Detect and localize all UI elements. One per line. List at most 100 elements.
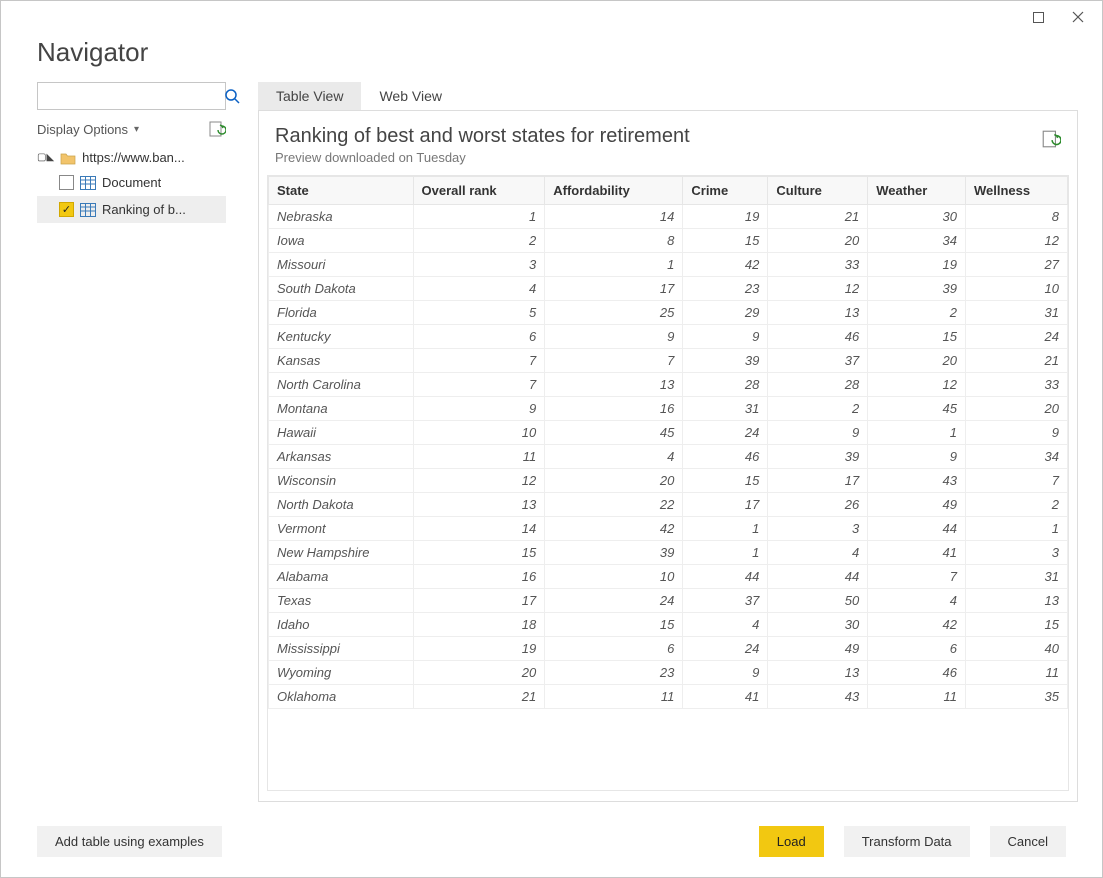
tree-root[interactable]: ▢◣ https://www.ban... bbox=[37, 146, 226, 169]
table-cell: 1 bbox=[966, 517, 1068, 541]
table-cell: 28 bbox=[768, 373, 868, 397]
table-row[interactable]: New Hampshire153914413 bbox=[269, 541, 1068, 565]
table-cell: 15 bbox=[545, 613, 683, 637]
load-button[interactable]: Load bbox=[759, 826, 824, 857]
table-cell: Idaho bbox=[269, 613, 414, 637]
column-header[interactable]: Affordability bbox=[545, 177, 683, 205]
table-cell: 49 bbox=[768, 637, 868, 661]
refresh-preview-button[interactable] bbox=[1041, 129, 1061, 152]
checkbox-checked[interactable]: ✓ bbox=[59, 202, 74, 217]
table-row[interactable]: Kentucky699461524 bbox=[269, 325, 1068, 349]
table-row[interactable]: Montana9163124520 bbox=[269, 397, 1068, 421]
column-header[interactable]: State bbox=[269, 177, 414, 205]
table-cell: 13 bbox=[768, 301, 868, 325]
display-options-dropdown[interactable]: Display Options ▾ bbox=[37, 122, 139, 137]
preview-subtitle: Preview downloaded on Tuesday bbox=[275, 150, 690, 165]
table-cell: 43 bbox=[868, 469, 966, 493]
table-row[interactable]: Arkansas1144639934 bbox=[269, 445, 1068, 469]
table-cell: 37 bbox=[768, 349, 868, 373]
tab-web-view[interactable]: Web View bbox=[361, 82, 460, 110]
table-cell: 30 bbox=[868, 205, 966, 229]
refresh-tree-button[interactable] bbox=[208, 120, 226, 138]
table-cell: 43 bbox=[768, 685, 868, 709]
table-cell: 20 bbox=[413, 661, 545, 685]
table-row[interactable]: Alabama16104444731 bbox=[269, 565, 1068, 589]
table-cell: 11 bbox=[966, 661, 1068, 685]
data-table-container[interactable]: StateOverall rankAffordabilityCrimeCultu… bbox=[267, 175, 1069, 791]
table-cell: Kentucky bbox=[269, 325, 414, 349]
table-cell: 2 bbox=[868, 301, 966, 325]
table-row[interactable]: Texas17243750413 bbox=[269, 589, 1068, 613]
checkbox-unchecked[interactable] bbox=[59, 175, 74, 190]
table-cell: 20 bbox=[966, 397, 1068, 421]
table-cell: Florida bbox=[269, 301, 414, 325]
table-cell: 23 bbox=[683, 277, 768, 301]
table-cell: North Dakota bbox=[269, 493, 414, 517]
table-header-row: StateOverall rankAffordabilityCrimeCultu… bbox=[269, 177, 1068, 205]
table-row[interactable]: Oklahoma211141431135 bbox=[269, 685, 1068, 709]
table-cell: 7 bbox=[413, 373, 545, 397]
table-cell: 45 bbox=[868, 397, 966, 421]
dialog-body: Display Options ▾ ▢◣ https://www.ban... bbox=[1, 82, 1102, 814]
column-header[interactable]: Culture bbox=[768, 177, 868, 205]
table-cell: 46 bbox=[868, 661, 966, 685]
add-table-button[interactable]: Add table using examples bbox=[37, 826, 222, 857]
table-row[interactable]: North Carolina71328281233 bbox=[269, 373, 1068, 397]
column-header[interactable]: Weather bbox=[868, 177, 966, 205]
table-row[interactable]: Iowa2815203412 bbox=[269, 229, 1068, 253]
table-cell: 14 bbox=[545, 205, 683, 229]
search-input-wrap[interactable] bbox=[37, 82, 226, 110]
tree-item-ranking[interactable]: ✓ Ranking of b... bbox=[37, 196, 226, 223]
table-cell: 26 bbox=[768, 493, 868, 517]
table-row[interactable]: Kansas7739372021 bbox=[269, 349, 1068, 373]
table-cell: 39 bbox=[768, 445, 868, 469]
column-header[interactable]: Crime bbox=[683, 177, 768, 205]
dropdown-caret-icon: ▾ bbox=[134, 124, 139, 135]
table-row[interactable]: Hawaii104524919 bbox=[269, 421, 1068, 445]
restore-button[interactable] bbox=[1018, 3, 1058, 31]
tree-root-label: https://www.ban... bbox=[82, 150, 185, 165]
table-cell: 34 bbox=[966, 445, 1068, 469]
table-cell: 49 bbox=[868, 493, 966, 517]
table-row[interactable]: Florida5252913231 bbox=[269, 301, 1068, 325]
preview-pane: Ranking of best and worst states for ret… bbox=[258, 110, 1078, 802]
table-cell: 13 bbox=[966, 589, 1068, 613]
search-input[interactable] bbox=[44, 88, 224, 105]
table-row[interactable]: Vermont144213441 bbox=[269, 517, 1068, 541]
table-row[interactable]: Wisconsin12201517437 bbox=[269, 469, 1068, 493]
table-cell: 44 bbox=[768, 565, 868, 589]
table-cell: 39 bbox=[868, 277, 966, 301]
column-header[interactable]: Wellness bbox=[966, 177, 1068, 205]
table-row[interactable]: South Dakota41723123910 bbox=[269, 277, 1068, 301]
close-button[interactable] bbox=[1058, 3, 1098, 31]
table-cell: 12 bbox=[413, 469, 545, 493]
table-cell: 17 bbox=[768, 469, 868, 493]
cancel-button[interactable]: Cancel bbox=[990, 826, 1066, 857]
table-row[interactable]: Missouri3142331927 bbox=[269, 253, 1068, 277]
titlebar bbox=[1, 1, 1102, 33]
view-tabs: Table View Web View bbox=[258, 82, 1078, 110]
column-header[interactable]: Overall rank bbox=[413, 177, 545, 205]
table-cell: 15 bbox=[413, 541, 545, 565]
table-cell: 2 bbox=[768, 397, 868, 421]
table-cell: Missouri bbox=[269, 253, 414, 277]
tree-item-label: Ranking of b... bbox=[102, 202, 186, 217]
tree-item-document[interactable]: Document bbox=[37, 169, 226, 196]
table-row[interactable]: Wyoming20239134611 bbox=[269, 661, 1068, 685]
table-row[interactable]: North Dakota13221726492 bbox=[269, 493, 1068, 517]
table-cell: 1 bbox=[868, 421, 966, 445]
table-cell: 40 bbox=[966, 637, 1068, 661]
transform-data-button[interactable]: Transform Data bbox=[844, 826, 970, 857]
table-cell: 20 bbox=[868, 349, 966, 373]
table-cell: 9 bbox=[545, 325, 683, 349]
table-cell: 2 bbox=[413, 229, 545, 253]
tab-table-view[interactable]: Table View bbox=[258, 82, 361, 110]
table-cell: 11 bbox=[545, 685, 683, 709]
table-icon bbox=[80, 176, 96, 190]
table-row[interactable]: Nebraska1141921308 bbox=[269, 205, 1068, 229]
table-cell: 42 bbox=[683, 253, 768, 277]
display-options-label: Display Options bbox=[37, 122, 128, 137]
table-cell: 41 bbox=[683, 685, 768, 709]
table-row[interactable]: Mississippi1962449640 bbox=[269, 637, 1068, 661]
table-row[interactable]: Idaho18154304215 bbox=[269, 613, 1068, 637]
